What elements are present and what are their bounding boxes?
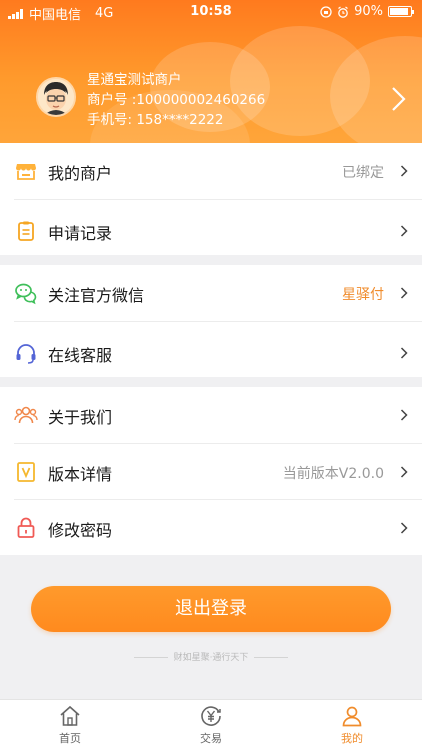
chevron-right-icon (400, 347, 408, 359)
chevron-right-icon (400, 466, 408, 478)
online-service-row[interactable]: 在线客服 (0, 325, 422, 381)
version-label: 版本详情 (48, 465, 113, 484)
chevron-right-icon (400, 287, 408, 299)
battery-percent: 90% (354, 4, 383, 19)
tab-mine[interactable]: 我的 (312, 704, 392, 746)
lock-icon (17, 517, 35, 538)
about-us-label: 关于我们 (48, 408, 113, 427)
my-merchant-status: 已绑定 (342, 165, 384, 181)
tab-mine-label: 我的 (341, 732, 363, 745)
home-icon (60, 705, 80, 726)
logout-button[interactable]: 退出登录 (31, 586, 391, 632)
settings-section: 关于我们 版本详情 当前版本V2.0.0 修改密码 (0, 387, 422, 555)
online-service-label: 在线客服 (48, 346, 113, 365)
battery-icon (388, 6, 414, 17)
chevron-right-icon (400, 409, 408, 421)
change-password-row[interactable]: 修改密码 (0, 500, 422, 556)
clipboard-icon (18, 221, 34, 241)
chevron-right-icon (400, 522, 408, 534)
phone-number: 手机号: 158****2222 (87, 112, 224, 128)
tab-bar: 首页 交易 我的 (0, 699, 422, 750)
status-bar: 中国电信 4G 10:58 90% (0, 0, 422, 24)
follow-wechat-row[interactable]: 关注官方微信 星驿付 (0, 265, 422, 321)
yuan-icon (201, 706, 221, 726)
wechat-account-name: 星驿付 (342, 287, 384, 303)
alarm-icon (338, 6, 348, 18)
tab-home[interactable]: 首页 (30, 704, 110, 746)
merchant-name: 星通宝测试商户 (87, 72, 182, 88)
my-merchant-label: 我的商户 (48, 164, 113, 183)
merchant-section: 我的商户 已绑定 申请记录 (0, 143, 422, 255)
version-icon (17, 462, 35, 482)
divider (133, 657, 168, 658)
chevron-right-icon (400, 225, 408, 237)
orientation-lock-icon (320, 5, 332, 18)
contact-section: 关注官方微信 星驿付 在线客服 (0, 265, 422, 377)
apply-record-label: 申请记录 (48, 224, 113, 243)
chevron-right-icon (400, 165, 408, 177)
apply-record-row[interactable]: 申请记录 (0, 203, 422, 259)
tab-home-label: 首页 (59, 732, 81, 745)
group-icon (14, 406, 38, 424)
tab-trade-label: 交易 (200, 732, 222, 745)
divider (14, 321, 422, 322)
avatar[interactable] (36, 77, 76, 117)
about-us-row[interactable]: 关于我们 (0, 387, 422, 443)
user-icon (342, 706, 362, 727)
store-icon (16, 164, 36, 180)
divider (254, 657, 289, 658)
my-merchant-row[interactable]: 我的商户 已绑定 (0, 143, 422, 199)
slogan-text: 财如星聚·通行天下 (173, 653, 249, 663)
version-row[interactable]: 版本详情 当前版本V2.0.0 (0, 444, 422, 500)
current-version: 当前版本V2.0.0 (282, 466, 384, 482)
divider (14, 199, 422, 200)
slogan: 财如星聚·通行天下 (0, 650, 422, 663)
wechat-icon (15, 283, 37, 305)
merchant-number: 商户号 :100000002460266 (87, 92, 266, 108)
follow-wechat-label: 关注官方微信 (48, 286, 145, 305)
headset-icon (16, 344, 36, 364)
profile-header[interactable]: 中国电信 4G 10:58 90% 星通宝测试商户 商户号 :100000002… (0, 0, 422, 143)
tab-trade[interactable]: 交易 (171, 704, 251, 746)
change-password-label: 修改密码 (48, 521, 113, 540)
chevron-right-icon[interactable] (390, 86, 406, 112)
